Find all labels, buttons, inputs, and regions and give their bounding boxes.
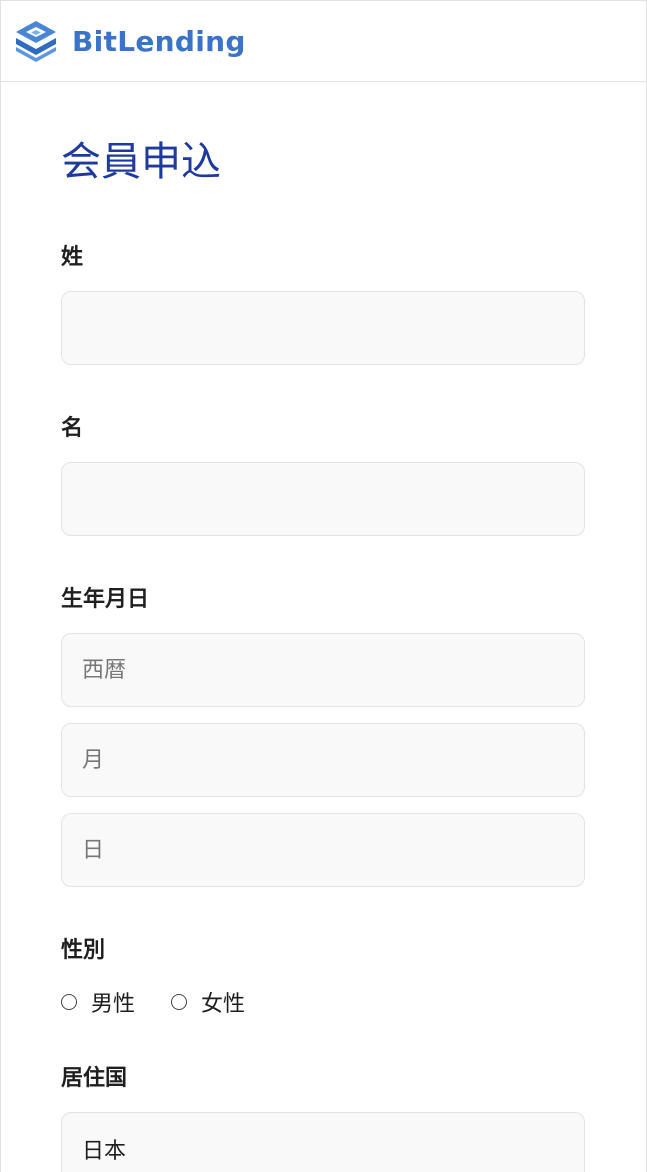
radio-button-male[interactable] <box>61 994 77 1010</box>
gender-option-label: 女性 <box>201 992 246 1017</box>
gender-option-female[interactable]: 女性 <box>171 986 245 1018</box>
birth-year-input[interactable] <box>61 633 585 707</box>
brand-logo[interactable]: BitLending <box>14 19 246 63</box>
gender-radio-group: 男性 女性 <box>61 987 586 1017</box>
birth-day-input[interactable] <box>61 813 585 887</box>
bitlending-logo-icon <box>16 21 56 62</box>
birth-month-input[interactable] <box>61 723 585 797</box>
country-select[interactable]: 日本 <box>61 1112 585 1172</box>
gender-option-male[interactable]: 男性 <box>61 986 135 1018</box>
last-name-label: 姓 <box>61 245 84 270</box>
header: BitLending <box>1 0 646 82</box>
gender-option-label: 男性 <box>91 992 136 1017</box>
page-title: 会員申込 <box>61 139 221 185</box>
page: BitLending 会員申込 姓 名 生年月日 性別 男性 女性 居住国 日本 <box>0 0 647 1172</box>
country-label: 居住国 <box>61 1066 128 1091</box>
first-name-label: 名 <box>61 416 84 441</box>
gender-label: 性別 <box>61 938 106 963</box>
brand-name: BitLending <box>72 24 246 58</box>
radio-button-female[interactable] <box>171 994 188 1010</box>
last-name-input[interactable] <box>61 291 585 365</box>
signup-form: 会員申込 姓 名 生年月日 性別 男性 女性 居住国 日本 <box>1 82 646 1172</box>
country-select-value: 日本 <box>82 1139 127 1164</box>
first-name-input[interactable] <box>61 462 585 536</box>
birthdate-label: 生年月日 <box>61 587 150 612</box>
